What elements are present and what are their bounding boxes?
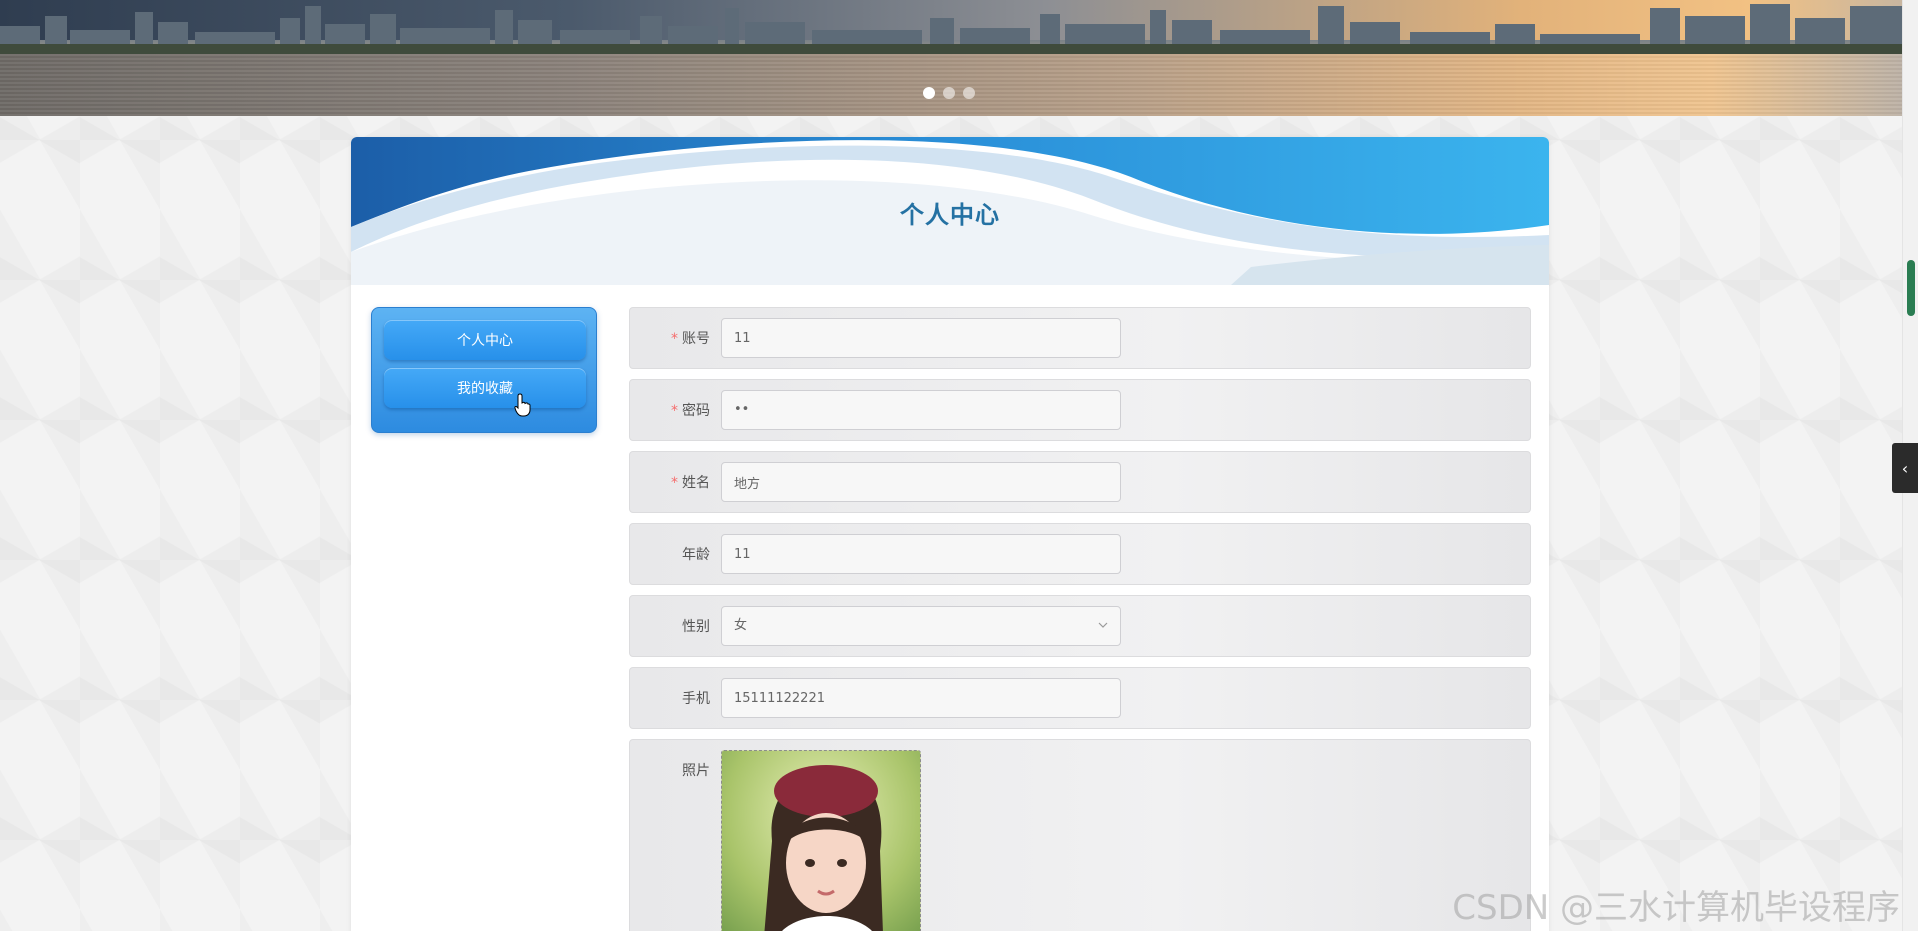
form-row-gender: 性别 女 bbox=[629, 595, 1531, 657]
required-mark: * bbox=[671, 331, 678, 347]
phone-label: 手机 bbox=[682, 691, 710, 707]
gender-select[interactable]: 女 bbox=[721, 606, 1121, 646]
form-row-name: * 姓名 bbox=[629, 451, 1531, 513]
avatar-photo bbox=[722, 751, 920, 931]
age-label: 年龄 bbox=[682, 547, 710, 563]
profile-card: 个人中心 个人中心 我的收藏 *账号 *密码 •• *姓名 年龄 性别 女 bbox=[351, 137, 1549, 931]
hero-banner bbox=[0, 0, 1902, 116]
form-row-photo: 照片 bbox=[629, 739, 1531, 931]
carousel-dot-2[interactable] bbox=[943, 87, 955, 99]
gender-select-value: 女 bbox=[734, 618, 748, 633]
watermark-text: CSDN @三水计算机毕设程序 bbox=[1452, 888, 1900, 928]
age-input[interactable] bbox=[721, 534, 1121, 574]
scrollbar-thumb[interactable] bbox=[1907, 260, 1915, 316]
carousel-indicators bbox=[923, 87, 975, 99]
photo-upload[interactable] bbox=[721, 750, 921, 931]
banner-skyline bbox=[0, 4, 1902, 54]
required-mark: * bbox=[671, 475, 678, 491]
photo-label: 照片 bbox=[682, 763, 710, 779]
banner-water bbox=[0, 54, 1902, 116]
menu-item-profile[interactable]: 个人中心 bbox=[384, 320, 586, 360]
menu-item-favorites[interactable]: 我的收藏 bbox=[384, 368, 586, 408]
form-row-password: * 密码 •• bbox=[629, 379, 1531, 441]
chevron-down-icon bbox=[1098, 622, 1108, 628]
carousel-dot-1[interactable] bbox=[923, 87, 935, 99]
side-panel-toggle[interactable]: ‹ bbox=[1892, 443, 1918, 493]
page-title: 个人中心 bbox=[900, 201, 1000, 229]
gender-label: 性别 bbox=[682, 619, 710, 635]
form-row-age: 年龄 bbox=[629, 523, 1531, 585]
name-label: 姓名 bbox=[682, 475, 710, 491]
card-header: 个人中心 bbox=[351, 137, 1549, 285]
password-label: 密码 bbox=[682, 403, 710, 419]
form-row-phone: 手机 bbox=[629, 667, 1531, 729]
required-mark: * bbox=[671, 403, 678, 419]
form-row-account: * 账号 bbox=[629, 307, 1531, 369]
chevron-left-icon: ‹ bbox=[1901, 458, 1909, 478]
name-input[interactable] bbox=[721, 462, 1121, 502]
account-label: 账号 bbox=[682, 331, 710, 347]
password-input[interactable]: •• bbox=[721, 390, 1121, 430]
side-menu: 个人中心 我的收藏 bbox=[371, 307, 597, 433]
profile-form: *账号 *密码 •• *姓名 年龄 性别 女 手机 bbox=[629, 307, 1531, 931]
carousel-dot-3[interactable] bbox=[963, 87, 975, 99]
phone-input[interactable] bbox=[721, 678, 1121, 718]
hand-cursor-icon bbox=[514, 393, 531, 417]
account-input[interactable] bbox=[721, 318, 1121, 358]
